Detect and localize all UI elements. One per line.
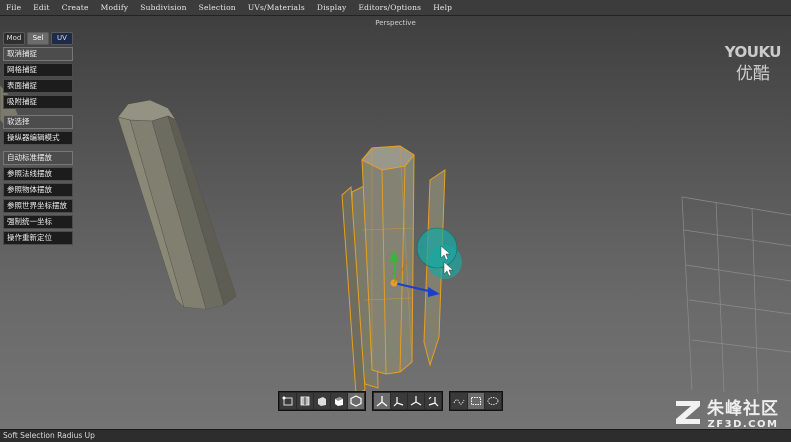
element-mode-icon[interactable] [331, 393, 347, 409]
menu-file[interactable]: File [0, 3, 27, 12]
edge-mode-icon[interactable] [297, 393, 313, 409]
menu-edit[interactable]: Edit [27, 3, 56, 12]
menu-display[interactable]: Display [311, 3, 353, 12]
axis-group [372, 391, 443, 411]
menu-editors-options[interactable]: Editors/Options [352, 3, 427, 12]
selection-group: 软选择 操纵器编辑模式 [3, 115, 73, 145]
auto-placement-button[interactable]: 自动标准摆放 [3, 151, 73, 165]
grid-snap-button[interactable]: 网格捕捉 [3, 63, 73, 77]
menu-help[interactable]: Help [427, 3, 458, 12]
viewport-3d[interactable]: Perspective Mod Sel UV 取消捕捉 网格捕捉 表面捕捉 吸附… [0, 16, 791, 429]
tilted-column-mesh [117, 99, 237, 310]
selection-shape-group [449, 391, 503, 411]
menu-uvs-materials[interactable]: UVs/Materials [242, 3, 311, 12]
manipulator-edit-mode-button[interactable]: 操纵器编辑模式 [3, 131, 73, 145]
lasso-select-icon[interactable] [485, 393, 501, 409]
soft-selection-button[interactable]: 软选择 [3, 115, 73, 129]
selection-mode-toolbar [278, 391, 503, 411]
youku-logo: YOUKU 优酷 [725, 43, 782, 84]
surface-snap-button[interactable]: 表面捕捉 [3, 79, 73, 93]
curve-icon[interactable] [451, 393, 467, 409]
object-placement-button[interactable]: 参照物体摆放 [3, 183, 73, 197]
graphite-side-panel: Mod Sel UV 取消捕捉 网格捕捉 表面捕捉 吸附捕捉 软选择 操纵器编辑… [3, 32, 73, 251]
menu-subdivision[interactable]: Subdivision [134, 3, 192, 12]
status-bar: Soft Selection Radius Up [0, 429, 791, 442]
menu-create[interactable]: Create [56, 3, 95, 12]
world-placement-button[interactable]: 参照世界坐标摆放 [3, 199, 73, 213]
menu-modify[interactable]: Modify [95, 3, 135, 12]
force-unify-button[interactable]: 强制统一坐标 [3, 215, 73, 229]
relocate-button[interactable]: 操作重新定位 [3, 231, 73, 245]
object-mode-icon[interactable] [348, 393, 364, 409]
tab-uv[interactable]: UV [51, 32, 73, 45]
vertex-mode-icon[interactable] [280, 393, 296, 409]
placement-group: 自动标准摆放 参照法线摆放 参照物体摆放 参照世界坐标摆放 强制统一坐标 操作重… [3, 151, 73, 245]
mode-tabs: Mod Sel UV [3, 32, 73, 45]
tab-sel[interactable]: Sel [27, 32, 49, 45]
menu-selection[interactable]: Selection [193, 3, 242, 12]
menu-bar: File Edit Create Modify Subdivision Selection… [0, 0, 791, 16]
subobject-group [278, 391, 366, 411]
scene-canvas[interactable] [0, 16, 791, 429]
snap-group: 取消捕捉 网格捕捉 表面捕捉 吸附捕捉 [3, 47, 73, 109]
zf3d-logo-icon [676, 401, 700, 424]
youku-logo-cn: 优酷 [735, 64, 770, 84]
perspective-grid [681, 196, 791, 395]
tab-mod[interactable]: Mod [3, 32, 25, 45]
zf3d-watermark: 朱峰社区 ZF3D.COM [673, 394, 779, 429]
status-text: Soft Selection Radius Up [3, 431, 95, 440]
scale-axis-icon[interactable] [425, 393, 441, 409]
watermark-url: ZF3D.COM [707, 419, 779, 429]
cancel-snap-button[interactable]: 取消捕捉 [3, 47, 73, 61]
transform-axis-icon[interactable] [374, 393, 390, 409]
watermark-cn: 朱峰社区 [707, 399, 779, 419]
normal-placement-button[interactable]: 参照法线摆放 [3, 167, 73, 181]
move-axis-icon[interactable] [391, 393, 407, 409]
face-mode-icon[interactable] [314, 393, 330, 409]
rect-select-icon[interactable] [468, 393, 484, 409]
rotate-axis-icon[interactable] [408, 393, 424, 409]
attach-snap-button[interactable]: 吸附捕捉 [3, 95, 73, 109]
soft-selection-brush [416, 227, 462, 279]
